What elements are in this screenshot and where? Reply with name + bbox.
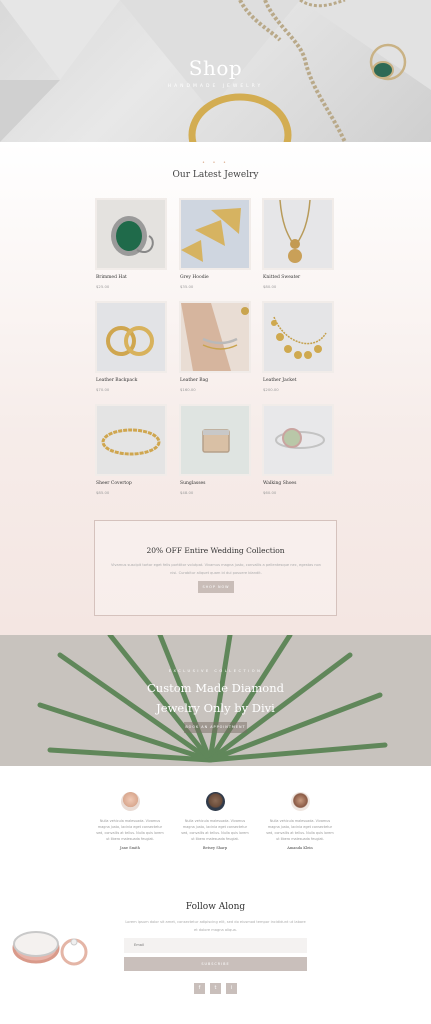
email-field[interactable] bbox=[124, 938, 307, 953]
testimonial-author: Betsey Sharp bbox=[202, 846, 228, 850]
follow-description: Lorem ipsum dolor sit amet, consectetur … bbox=[125, 920, 306, 932]
instagram-icon[interactable]: i bbox=[226, 983, 237, 994]
testimonial-quote: Nulla vehicula malesuada. Vivamus magna … bbox=[181, 819, 249, 841]
page-subtitle: HANDMADE JEWELRY bbox=[167, 84, 264, 89]
testimonial-author: Amanda Klein bbox=[287, 846, 313, 850]
product-name[interactable]: Sunglasses bbox=[180, 481, 205, 486]
product-card[interactable]: Sunglasses $48.00 bbox=[179, 404, 251, 495]
product-name[interactable]: Sheer Covertop bbox=[96, 481, 132, 486]
exclusive-kicker: EXCLUSIVE COLLECTION bbox=[168, 669, 263, 673]
avatar bbox=[290, 792, 310, 811]
testimonial-card: Nulla vehicula malesuada. Vivamus magna … bbox=[180, 792, 250, 850]
product-name[interactable]: Leather Backpack bbox=[96, 378, 137, 383]
section-divider: • • • bbox=[201, 160, 230, 166]
testimonial-card: Nulla vehicula malesuada. Vivamus magna … bbox=[95, 792, 165, 850]
product-image[interactable] bbox=[95, 404, 167, 476]
product-price: $80.00 bbox=[263, 284, 277, 289]
testimonial-quote: Nulla vehicula malesuada. Vivamus magna … bbox=[266, 819, 334, 841]
avatar bbox=[120, 792, 140, 811]
product-card[interactable]: Walking Shoes $60.00 bbox=[262, 404, 334, 495]
product-name[interactable]: Walking Shoes bbox=[263, 481, 296, 486]
product-name[interactable]: Leather Bag bbox=[180, 378, 208, 383]
product-card[interactable]: Sheer Covertop $85.00 bbox=[95, 404, 167, 495]
shop-now-button[interactable]: SHOP NOW bbox=[198, 581, 234, 593]
product-image[interactable] bbox=[179, 198, 251, 270]
product-image[interactable] bbox=[262, 301, 334, 373]
book-appointment-button[interactable]: BOOK AN APPOINTMENT bbox=[184, 722, 247, 733]
avatar bbox=[205, 792, 225, 811]
product-name[interactable]: Leather Jacket bbox=[263, 378, 297, 383]
promo-title: 20% OFF Entire Wedding Collection bbox=[146, 546, 285, 555]
product-card[interactable]: Grey Hoodie $35.00 bbox=[179, 198, 251, 289]
subscribe-button[interactable]: SUBSCRIBE bbox=[124, 957, 307, 971]
product-name[interactable]: Knitted Sweater bbox=[263, 275, 300, 280]
product-price: $70.00 bbox=[96, 387, 110, 392]
facebook-icon[interactable]: f bbox=[194, 983, 205, 994]
product-image[interactable] bbox=[95, 198, 167, 270]
testimonial-author: Jane Smith bbox=[120, 846, 140, 850]
product-price: $85.00 bbox=[96, 490, 110, 495]
product-card[interactable]: Leather Bag $160.00 bbox=[179, 301, 251, 392]
hoop-earrings-icon bbox=[106, 326, 154, 356]
twisted-ring-icon bbox=[101, 428, 161, 456]
promo-text: Vivamus suscipit tortor eget felis portt… bbox=[111, 563, 321, 575]
product-image[interactable] bbox=[179, 404, 251, 476]
rings-decoration-image bbox=[12, 931, 88, 966]
product-card[interactable]: Leather Jacket $200.00 bbox=[262, 301, 334, 392]
product-image[interactable] bbox=[262, 404, 334, 476]
hero-banner: Shop HANDMADE JEWELRY bbox=[0, 0, 431, 142]
product-image[interactable] bbox=[179, 301, 251, 373]
testimonial-quote: Nulla vehicula malesuada. Vivamus magna … bbox=[96, 819, 164, 841]
latest-jewelry-title: Our Latest Jewelry bbox=[172, 170, 259, 180]
ring-icon bbox=[111, 216, 154, 256]
exclusive-heading-line2: Jewelry Only by Divi bbox=[156, 701, 275, 715]
product-card[interactable]: Brimmed Hat $25.00 bbox=[95, 198, 167, 289]
product-price: $35.00 bbox=[180, 284, 194, 289]
gemstone-ring-icon bbox=[275, 428, 325, 449]
product-price: $200.00 bbox=[263, 387, 279, 392]
band-ring-icon bbox=[202, 429, 230, 453]
product-price: $48.00 bbox=[180, 490, 194, 495]
exclusive-heading-line1: Custom Made Diamond bbox=[146, 681, 285, 695]
fan-earring-icon bbox=[181, 208, 241, 262]
product-name[interactable]: Grey Hoodie bbox=[180, 275, 209, 280]
follow-title: Follow Along bbox=[185, 902, 246, 912]
coin-bracelet-icon bbox=[271, 316, 327, 359]
promo-box: 20% OFF Entire Wedding Collection Vivamu… bbox=[94, 520, 337, 616]
testimonial-card: Nulla vehicula malesuada. Vivamus magna … bbox=[265, 792, 335, 850]
product-image[interactable] bbox=[262, 198, 334, 270]
product-card[interactable]: Leather Backpack $70.00 bbox=[95, 301, 167, 392]
product-price: $160.00 bbox=[180, 387, 196, 392]
product-price: $25.00 bbox=[96, 284, 110, 289]
twitter-icon[interactable]: t bbox=[210, 983, 221, 994]
page-title: Shop bbox=[188, 56, 243, 80]
product-price: $60.00 bbox=[263, 490, 277, 495]
product-name[interactable]: Brimmed Hat bbox=[96, 275, 127, 280]
exclusive-collection-banner: EXCLUSIVE COLLECTION Custom Made Diamond… bbox=[0, 635, 431, 766]
bracelet-wrist-icon bbox=[181, 303, 249, 371]
product-card[interactable]: Knitted Sweater $80.00 bbox=[262, 198, 334, 289]
product-image[interactable] bbox=[95, 301, 167, 373]
pendant-necklace-icon bbox=[279, 200, 311, 263]
